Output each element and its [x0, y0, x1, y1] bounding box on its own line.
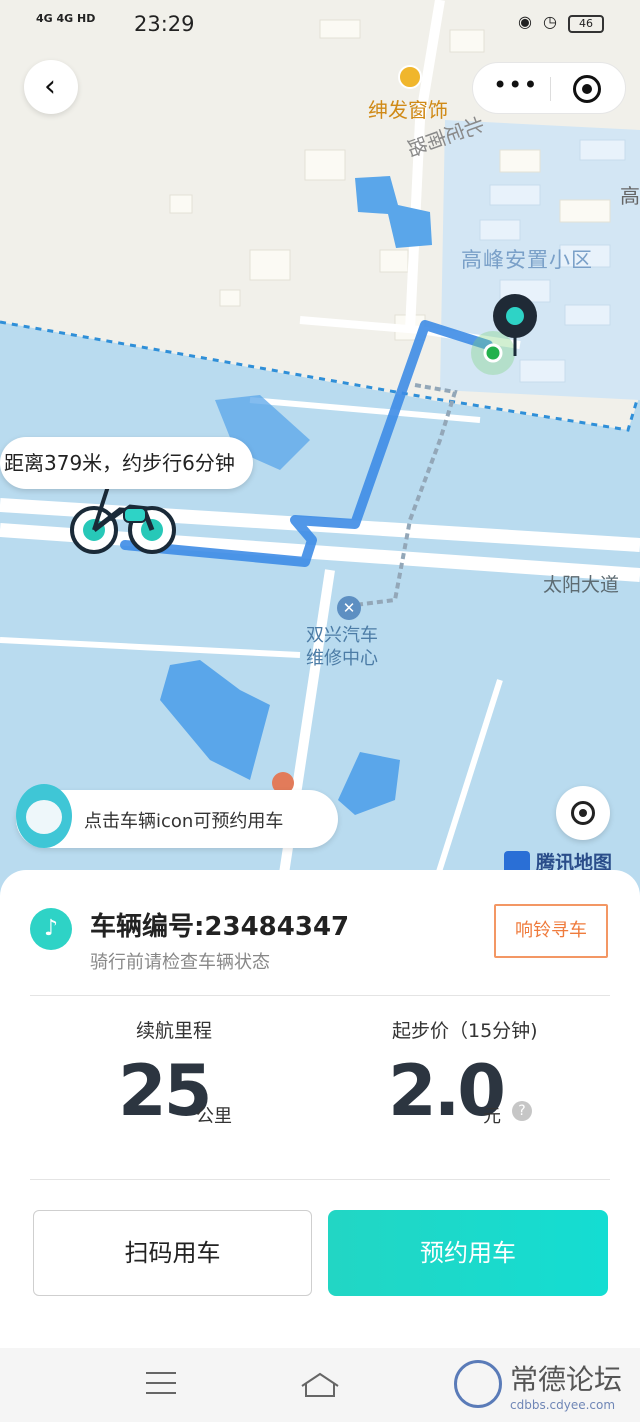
vehicle-sheet: ♪ 车辆编号:23484347 骑行前请检查车辆状态 响铃寻车 续航里程 25 … — [0, 870, 640, 1348]
signal-indicator: 4G 4G HD — [36, 12, 96, 25]
scan-to-ride-button[interactable]: 扫码用车 — [33, 1210, 312, 1296]
ring-bell-button[interactable]: 响铃寻车 — [494, 904, 608, 958]
area-label: 高峰安置小区 — [461, 248, 593, 272]
map-edge-label: 高 — [620, 184, 640, 208]
reserve-hint: 点击车辆icon可预约用车 — [16, 784, 338, 848]
road-label-east: 太阳大道 — [543, 574, 620, 596]
divider — [30, 995, 610, 996]
close-miniprogram-icon[interactable] — [573, 75, 601, 103]
more-options-icon[interactable]: ••• — [493, 71, 538, 99]
back-arrow-icon: ‹ — [44, 69, 56, 104]
poi-label-shop[interactable]: 绅发窗饰 — [368, 94, 448, 123]
hint-text: 点击车辆icon可预约用车 — [84, 811, 284, 832]
price-label: 起步价（15分钟) — [392, 1020, 538, 1042]
location-status-icon: ◉ — [518, 12, 532, 31]
poi-repair-line2: 维修中心 — [306, 648, 378, 669]
crosshair-icon — [571, 801, 595, 825]
poi-repair-line1: 双兴汽车 — [306, 625, 378, 646]
watermark-text: 常德论坛 — [510, 1363, 623, 1396]
bell-icon: ♪ — [30, 908, 72, 950]
watermark-url: cdbbs.cdyee.com — [510, 1398, 616, 1412]
range-label: 续航里程 — [136, 1020, 213, 1042]
poi-label-repair[interactable]: 双兴汽车 维修中心 — [306, 624, 378, 670]
mascot-icon — [16, 784, 72, 848]
alarm-status-icon: ◷ — [543, 12, 557, 31]
help-icon[interactable]: ? — [512, 1101, 532, 1121]
vehicle-subtitle: 骑行前请检查车辆状态 — [90, 952, 270, 973]
forum-logo-icon — [454, 1360, 502, 1408]
home-icon[interactable] — [300, 1370, 340, 1398]
system-nav-bar: 常德论坛 cdbbs.cdyee.com — [0, 1348, 640, 1422]
miniprogram-capsule: ••• — [472, 62, 626, 114]
menu-icon[interactable] — [146, 1372, 176, 1396]
locate-me-button[interactable] — [556, 786, 610, 840]
vehicle-number: 车辆编号:23484347 — [90, 912, 350, 942]
back-button[interactable]: ‹ — [24, 60, 78, 114]
forum-watermark: 常德论坛 cdbbs.cdyee.com — [454, 1358, 634, 1418]
battery-icon: 46 — [568, 15, 604, 33]
reserve-ride-button[interactable]: 预约用车 — [328, 1210, 608, 1296]
map-view[interactable]: 绅发窗饰 北定南路 高 高峰安置小区 太阳大道 ✕ 双兴汽车 维修中心 距离37… — [0, 0, 640, 900]
divider — [30, 1179, 610, 1180]
clock-time: 23:29 — [134, 12, 195, 36]
price-unit: 元 — [483, 1106, 501, 1127]
capsule-divider — [550, 77, 551, 101]
wrench-icon[interactable]: ✕ — [337, 596, 361, 620]
distance-bubble: 距离379米，约步行6分钟 — [0, 437, 253, 489]
shop-poi-icon[interactable] — [398, 65, 422, 89]
range-unit: 公里 — [196, 1106, 232, 1127]
status-bar: 4G 4G HD 23:29 ◉ ◷ 46 — [0, 0, 640, 48]
